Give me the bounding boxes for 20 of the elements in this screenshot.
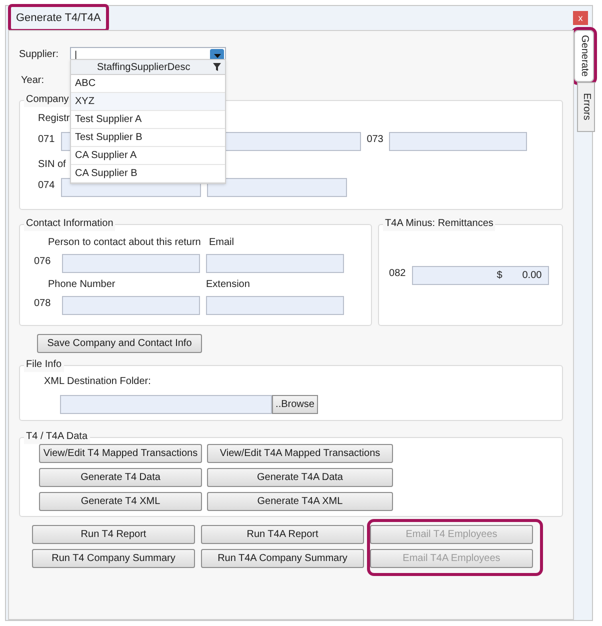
field-code: 078 <box>34 297 52 311</box>
field-label: Year: <box>20 74 44 88</box>
field-code: 073 <box>366 133 384 147</box>
group-legend: File Info <box>24 358 64 372</box>
field-label: Supplier: <box>19 48 58 62</box>
group-legend: T4A Minus: Remittances <box>383 217 496 231</box>
field-label: Extension <box>206 278 251 292</box>
field-label: Person to contact about this return <box>48 236 202 250</box>
group-legend: Contact Information <box>24 217 116 231</box>
field-code: 082 <box>389 266 406 280</box>
field-label: SIN of <box>38 158 66 172</box>
field-code: 074 <box>38 179 55 193</box>
field-label: XML Destination Folder: <box>44 375 151 389</box>
field-code: 071 <box>38 133 55 147</box>
field-code: 076 <box>34 255 52 269</box>
field-label: Phone Number <box>48 278 116 292</box>
group-legend: Company <box>24 93 71 107</box>
field-label: Email <box>208 236 236 250</box>
group-legend: T4 / T4A Data <box>24 430 90 444</box>
field-label: Registr <box>38 112 70 126</box>
